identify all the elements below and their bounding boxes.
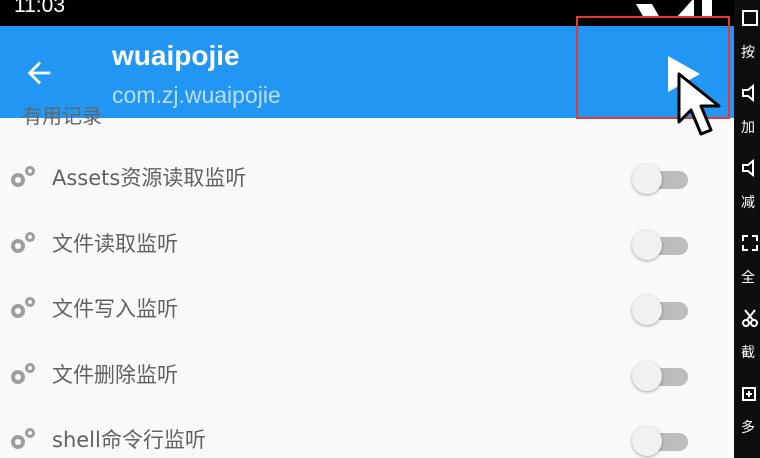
toggle-thumb <box>632 164 662 194</box>
toggle-thumb <box>632 229 662 260</box>
setting-label: shell命令行监听 <box>52 428 206 452</box>
gear-icon <box>11 297 35 318</box>
side-button-multi-window[interactable]: 多 <box>740 383 760 443</box>
side-button-volume-down[interactable]: 减 <box>740 158 760 218</box>
side-toolbar: 按加减全截多 <box>734 0 760 458</box>
toggle-thumb <box>632 295 662 325</box>
setting-toggle[interactable] <box>632 295 690 325</box>
setting-label: 文件删除监听 <box>52 362 178 387</box>
gear-icon <box>11 166 35 187</box>
setting-label: 文件写入监听 <box>52 297 178 321</box>
side-button-label: 多 <box>741 420 755 436</box>
side-button-label: 加 <box>741 120 755 136</box>
arrow-left-icon[interactable] <box>22 56 56 90</box>
status-time: 11:03 <box>14 0 65 17</box>
gear-icon <box>11 362 35 384</box>
side-button-label: 减 <box>741 195 755 211</box>
side-button-label: 按 <box>741 45 755 61</box>
toggle-thumb <box>632 360 662 391</box>
phone-screen: 11:03 wuaipojie com.zj.wuaipojie 有⽤记录 As… <box>0 0 734 458</box>
setting-row[interactable]: 文件写入监听 <box>0 275 734 339</box>
side-button-volume-up[interactable]: 加 <box>740 83 760 143</box>
setting-toggle[interactable] <box>632 426 690 456</box>
volume-down-icon <box>742 158 754 178</box>
volume-up-icon <box>742 83 754 103</box>
mouse-cursor-icon <box>677 72 721 136</box>
app-title: wuaipojie <box>112 40 240 71</box>
multi-window-icon <box>742 387 756 401</box>
setting-row[interactable]: Assets资源读取监听 <box>0 144 734 208</box>
side-button-label: 全 <box>741 270 755 286</box>
setting-toggle[interactable] <box>632 229 690 260</box>
fullscreen-icon <box>742 235 758 251</box>
setting-row[interactable]: shell命令行监听 <box>0 406 734 458</box>
side-button-fullscreen[interactable]: 全 <box>740 233 760 293</box>
side-button-screenshot[interactable]: 按 <box>740 8 760 68</box>
setting-label: 文件读取监听 <box>52 231 178 256</box>
gear-icon <box>11 428 35 449</box>
scissors-icon <box>742 309 758 327</box>
setting-toggle[interactable] <box>632 360 690 391</box>
toggle-thumb <box>632 426 662 456</box>
side-button-scissors[interactable]: 截 <box>740 308 760 368</box>
app-package-name: com.zj.wuaipojie <box>112 82 281 108</box>
setting-toggle[interactable] <box>632 164 690 194</box>
setting-row[interactable]: 文件删除监听 <box>0 341 734 405</box>
side-button-label: 截 <box>741 345 755 361</box>
gear-icon <box>11 231 35 253</box>
section-header-partial: 有⽤记录 <box>22 104 102 128</box>
setting-label: Assets资源读取监听 <box>52 166 247 190</box>
screenshot-icon <box>742 10 758 26</box>
setting-row[interactable]: 文件读取监听 <box>0 210 734 274</box>
